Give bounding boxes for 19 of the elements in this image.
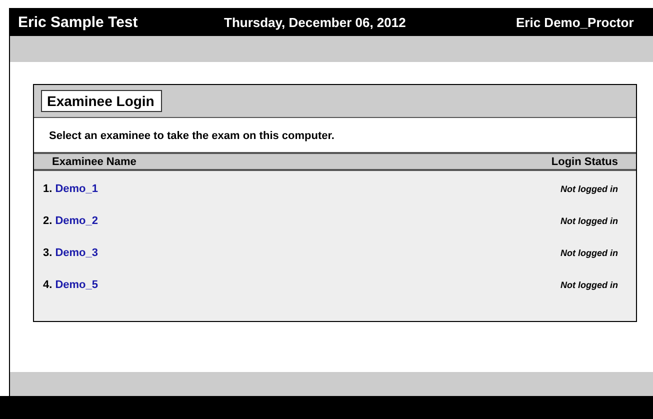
row-number: 1.: [43, 183, 52, 195]
user-name: Eric Demo_Proctor: [516, 14, 634, 30]
date-text: Thursday, December 06, 2012: [224, 14, 407, 30]
examinee-link[interactable]: Demo_2: [55, 215, 98, 227]
panel-title: Examinee Login: [41, 90, 162, 112]
row-number: 4.: [43, 279, 52, 291]
login-status: Not logged in: [560, 184, 618, 194]
examinee-link[interactable]: Demo_3: [55, 247, 98, 259]
column-header: Examinee Name: [52, 156, 136, 168]
instruction-text: Select an examinee to take the exam on this computer.: [34, 118, 636, 154]
examinee-link[interactable]: Demo_1: [55, 183, 98, 195]
column-header: Login Status: [551, 156, 618, 168]
row-number: 2.: [43, 215, 52, 227]
login-status: Not logged in: [560, 216, 618, 226]
app-title: Eric Sample Test: [18, 14, 139, 30]
examinee-link[interactable]: Demo_5: [55, 279, 98, 291]
login-status: Not logged in: [560, 280, 618, 290]
login-status: Not logged in: [560, 248, 618, 258]
row-number: 3.: [43, 247, 52, 259]
